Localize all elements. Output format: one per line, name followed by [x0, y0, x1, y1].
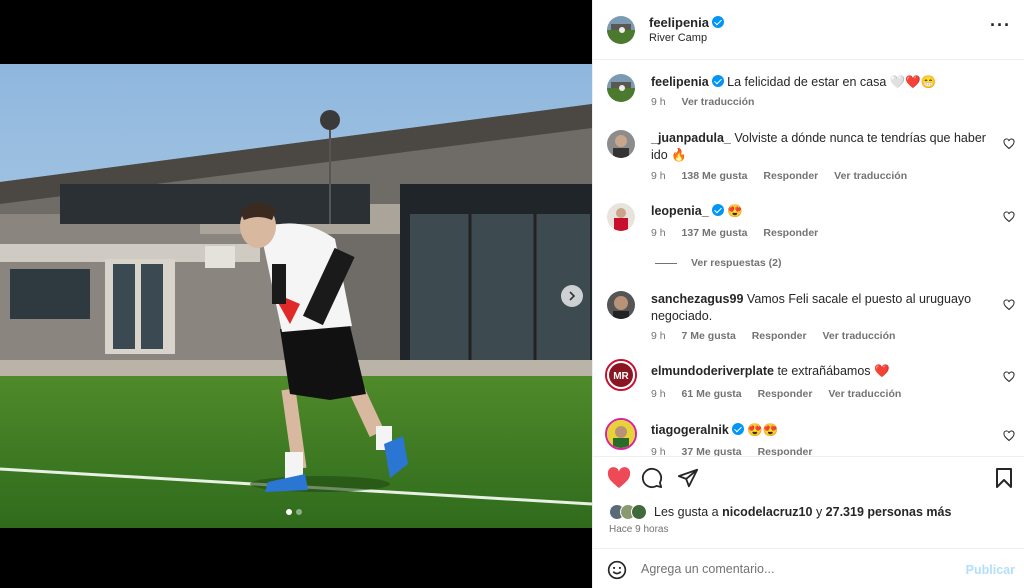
comment-body: te extrañábamos ❤️	[777, 364, 890, 378]
heart-filled-icon[interactable]	[607, 467, 631, 489]
comment-text: tiagogeralnik 😍😍	[651, 422, 996, 439]
author-username[interactable]: feelipenia	[649, 15, 709, 30]
add-comment-bar: Publicar	[593, 548, 1024, 588]
comment-text: elmundoderiverplate te extrañábamos ❤️	[651, 363, 996, 380]
author-username-row[interactable]: feelipenia	[649, 15, 724, 30]
chevron-right-icon	[569, 291, 576, 301]
likes-count-link[interactable]: 27.319 personas más	[826, 505, 952, 519]
translate-link[interactable]: Ver traducción	[828, 388, 901, 400]
comment-time[interactable]: 9 h	[651, 96, 666, 108]
commenter-avatar[interactable]	[607, 74, 635, 102]
post-header: feelipenia River Camp ···	[593, 0, 1024, 60]
reply-link[interactable]: Responder	[763, 227, 818, 239]
like-comment-icon[interactable]	[1003, 430, 1015, 442]
comment-likes[interactable]: 61 Me gusta	[682, 388, 742, 400]
verified-badge-icon	[711, 16, 724, 28]
next-slide-button[interactable]	[561, 285, 583, 307]
reply-link[interactable]: Responder	[758, 446, 813, 456]
comment-icon[interactable]	[641, 467, 663, 489]
reply-link[interactable]: Responder	[752, 330, 807, 342]
post-panel: feelipenia River Camp ··· feelipenia La …	[592, 0, 1024, 588]
post-photo	[0, 64, 592, 528]
comment-meta: 9 h 37 Me gusta Responder	[651, 446, 825, 456]
like-comment-icon[interactable]	[1003, 138, 1015, 150]
verified-badge-icon	[711, 75, 724, 87]
comment-time[interactable]: 9 h	[651, 330, 666, 342]
post-timestamp[interactable]: Hace 9 horas	[609, 524, 668, 535]
liker-avatar[interactable]	[631, 504, 647, 520]
verified-badge-icon	[711, 204, 724, 216]
commenter-avatar[interactable]	[605, 418, 637, 450]
liker-avatars	[609, 504, 647, 520]
likes-user-link[interactable]: nicodelacruz10	[722, 505, 812, 519]
view-replies-button[interactable]: Ver respuestas (2)	[655, 257, 781, 269]
comment-text: feelipenia La felicidad de estar en casa…	[651, 74, 996, 91]
comment-time[interactable]: 9 h	[651, 170, 666, 182]
commenter-avatar[interactable]: MR	[605, 359, 637, 391]
post-location[interactable]: River Camp	[649, 32, 707, 44]
comment-username[interactable]: feelipenia	[651, 75, 709, 89]
avatar-logo-text: MR	[613, 371, 629, 382]
carousel-dot-active	[286, 509, 292, 515]
comment-meta: 9 h 7 Me gusta Responder Ver traducción	[651, 330, 908, 342]
like-comment-icon[interactable]	[1003, 299, 1015, 311]
comment-username[interactable]: sanchezagus99	[651, 292, 743, 306]
view-replies-label[interactable]: Ver respuestas (2)	[691, 257, 781, 269]
commenter-avatar[interactable]	[607, 291, 635, 319]
translate-link[interactable]: Ver traducción	[682, 96, 755, 108]
instagram-post: feelipenia River Camp ··· feelipenia La …	[0, 0, 1024, 588]
comment-meta: 9 h 137 Me gusta Responder	[651, 227, 831, 239]
post-actions-bar	[593, 456, 1024, 496]
comment-username[interactable]: leopenia_	[651, 204, 709, 218]
emoji-icon[interactable]	[607, 560, 627, 580]
commenter-avatar[interactable]	[607, 203, 635, 231]
like-comment-icon[interactable]	[1003, 371, 1015, 383]
translate-link[interactable]: Ver traducción	[822, 330, 895, 342]
carousel-indicator	[286, 509, 302, 515]
comment-username[interactable]: _juanpadula_	[651, 131, 731, 145]
comment-text: sanchezagus99 Vamos Feli sacale el puest…	[651, 291, 996, 325]
likes-prefix: Les gusta a	[654, 505, 719, 519]
reply-link[interactable]: Responder	[758, 388, 813, 400]
comment-username[interactable]: tiagogeralnik	[651, 423, 729, 437]
verified-badge-icon	[731, 423, 744, 435]
bookmark-icon[interactable]	[995, 467, 1013, 489]
like-comment-icon[interactable]	[1003, 211, 1015, 223]
comment-time[interactable]: 9 h	[651, 388, 666, 400]
comment-body: La felicidad de estar en casa 🤍❤️😁	[727, 75, 937, 89]
replies-divider	[655, 262, 677, 264]
author-avatar[interactable]	[607, 16, 635, 44]
comments-list: feelipenia La felicidad de estar en casa…	[593, 60, 1024, 456]
comment-meta: 9 h Ver traducción	[651, 96, 767, 108]
comment-text: leopenia_ 😍	[651, 203, 996, 220]
reply-link[interactable]: Responder	[763, 170, 818, 182]
share-icon[interactable]	[677, 467, 699, 489]
publish-button[interactable]: Publicar	[966, 563, 1015, 577]
commenter-avatar[interactable]	[607, 130, 635, 158]
comment-username[interactable]: elmundoderiverplate	[651, 364, 774, 378]
comment-likes[interactable]: 7 Me gusta	[682, 330, 736, 342]
comment-meta: 9 h 138 Me gusta Responder Ver traducció…	[651, 170, 920, 182]
likes-summary: Les gusta a nicodelacruz10 y 27.319 pers…	[609, 504, 951, 520]
more-options-icon[interactable]: ···	[990, 16, 1011, 34]
carousel-dot	[296, 509, 302, 515]
comment-likes[interactable]: 137 Me gusta	[682, 227, 748, 239]
comment-likes[interactable]: 37 Me gusta	[682, 446, 742, 456]
comment-text: _juanpadula_ Volviste a dónde nunca te t…	[651, 130, 996, 164]
comment-body: 😍😍	[747, 423, 779, 437]
comment-time[interactable]: 9 h	[651, 227, 666, 239]
comment-time[interactable]: 9 h	[651, 446, 666, 456]
comment-body: 😍	[727, 204, 743, 218]
likes-joiner: y	[815, 505, 823, 519]
post-media	[0, 0, 592, 588]
comment-meta: 9 h 61 Me gusta Responder Ver traducción	[651, 388, 914, 400]
translate-link[interactable]: Ver traducción	[834, 170, 907, 182]
comment-likes[interactable]: 138 Me gusta	[682, 170, 748, 182]
comment-input[interactable]	[641, 560, 961, 578]
